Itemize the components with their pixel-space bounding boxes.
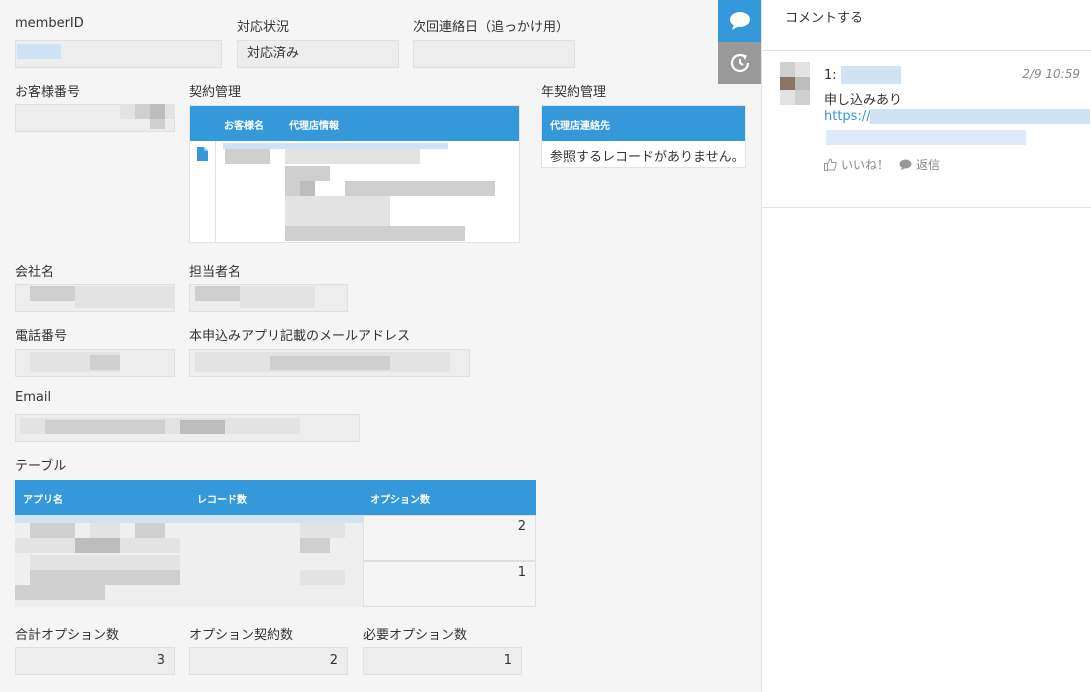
required-options-field[interactable]: 1 (363, 647, 522, 675)
redacted-block (300, 538, 330, 553)
redacted-author (841, 66, 901, 84)
total-options-field[interactable]: 3 (15, 647, 175, 675)
status-field[interactable]: 対応済み (237, 40, 399, 68)
redacted-block (90, 523, 120, 538)
redacted-block (75, 538, 120, 553)
next-contact-field[interactable] (413, 40, 575, 68)
status-label: 対応状況 (237, 20, 290, 35)
redacted-block (345, 181, 495, 196)
redacted-block (165, 104, 175, 119)
redacted-block (285, 166, 330, 181)
redacted-block (225, 149, 270, 164)
person-label: 担当者名 (189, 265, 242, 280)
redacted-block (135, 104, 150, 119)
redacted-block (135, 523, 165, 538)
redacted-block (30, 555, 180, 570)
annual-contract-header: 代理店連絡先 (542, 106, 745, 141)
annual-contract-label: 年契約管理 (541, 85, 607, 100)
like-label: いいね！ (841, 158, 890, 172)
redacted-block (285, 211, 390, 226)
options-table-header: アプリ名 レコード数 オプション数 (15, 480, 536, 515)
required-options-label: 必要オプション数 (363, 628, 468, 643)
redacted-block (120, 104, 135, 119)
comment-toggle-button[interactable] (718, 0, 761, 42)
next-contact-label: 次回連絡日（追っかけ用） (413, 20, 570, 35)
option-count-cell[interactable]: 1 (363, 561, 536, 607)
like-button[interactable]: いいね！ (824, 156, 889, 173)
redacted-block (240, 286, 315, 308)
comment-entry: 1: 2/9 10:59 申し込みあり https:// いいね！ 返信 (762, 52, 1091, 208)
comment-timestamp: 2/9 10:59 (1022, 67, 1080, 81)
reply-bubble-icon (899, 159, 912, 170)
redacted-block (75, 286, 175, 308)
redacted-block (195, 286, 240, 301)
col-record-count: レコード数 (197, 495, 247, 506)
comment-actions: いいね！ 返信 (824, 156, 940, 173)
redacted-block (15, 515, 363, 523)
redacted-block (285, 226, 465, 241)
contract-table-header: お客様名 代理店情報 (190, 106, 519, 141)
redacted-block (150, 119, 165, 129)
redacted-block (270, 356, 390, 370)
contract-options-field[interactable]: 2 (189, 647, 348, 675)
col-app-name: アプリ名 (23, 495, 63, 506)
contract-table: お客様名 代理店情報 (189, 105, 520, 243)
comment-number: 1: (824, 68, 837, 83)
contract-col-customer: お客様名 (224, 121, 264, 132)
annual-col-agency-contact: 代理店連絡先 (550, 121, 610, 132)
redacted-block (30, 523, 75, 538)
history-toggle-button[interactable] (718, 42, 761, 84)
app-email-label: 本申込みアプリ記載のメールアドレス (189, 329, 411, 344)
speech-bubble-icon (729, 12, 750, 30)
redacted-block (180, 420, 225, 434)
record-detail-form: memberID 対応状況 対応済み 次回連絡日（追っかけ用） お客様番号 契約… (0, 0, 746, 692)
contract-col-agency: 代理店情報 (289, 121, 339, 132)
redacted-block (30, 286, 75, 301)
thumbs-up-icon (824, 158, 837, 171)
company-label: 会社名 (15, 265, 55, 280)
reply-label: 返信 (916, 158, 941, 172)
phone-label: 電話番号 (15, 329, 68, 344)
redacted-link (870, 109, 1090, 124)
redacted-block (300, 570, 345, 585)
annual-contract-table: 代理店連絡先 参照するレコードがありません。 (541, 105, 746, 168)
redacted-block (90, 355, 120, 370)
redacted-block (150, 104, 165, 119)
redacted-link (826, 130, 1026, 145)
avatar[interactable] (780, 62, 810, 105)
column-divider (215, 141, 216, 243)
option-count-cell[interactable]: 2 (363, 515, 536, 561)
email-label: Email (15, 390, 52, 405)
member-id-label: memberID (15, 16, 84, 31)
redacted-block (45, 420, 165, 434)
comment-body: 申し込みあり (824, 93, 903, 108)
comment-link[interactable]: https:// (824, 109, 871, 124)
document-icon[interactable] (197, 147, 208, 161)
redacted-block (285, 181, 300, 196)
redacted-block (285, 196, 390, 211)
no-records-message: 参照するレコードがありません。 (550, 150, 745, 165)
customer-no-label: お客様番号 (15, 85, 81, 100)
col-option-count: オプション数 (370, 495, 430, 506)
redacted-block (15, 585, 105, 600)
redacted-block (285, 149, 420, 164)
redacted-block (300, 181, 315, 196)
redacted-block (30, 570, 180, 585)
contract-options-label: オプション契約数 (189, 628, 294, 643)
contract-label: 契約管理 (189, 85, 242, 100)
comment-placeholder: コメントする (785, 11, 864, 26)
table-label: テーブル (15, 459, 67, 474)
redacted-block (300, 523, 345, 538)
comment-input[interactable]: コメントする (762, 0, 1091, 51)
comment-panel: コメントする 1: 2/9 10:59 申し込みあり https:// いいね！ (761, 0, 1091, 692)
reply-button[interactable]: 返信 (899, 156, 940, 173)
history-icon (730, 53, 749, 73)
total-options-label: 合計オプション数 (15, 628, 120, 643)
redacted-member-id (17, 44, 61, 59)
